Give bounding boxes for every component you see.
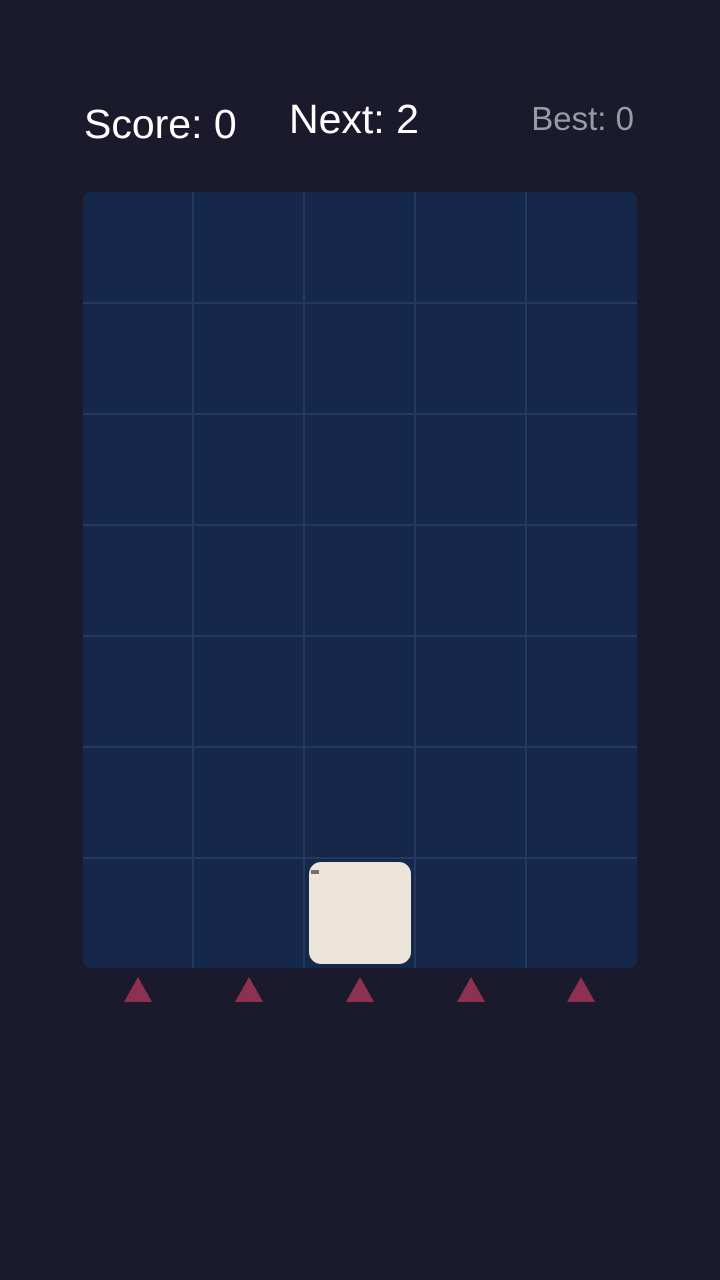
- score-label: Score: 0: [84, 101, 237, 147]
- grid-line: [83, 413, 637, 415]
- grid-line: [83, 857, 637, 859]
- grid-line: [192, 192, 194, 968]
- grid-line: [83, 524, 637, 526]
- grid-line: [303, 192, 305, 968]
- grid-line: [525, 192, 527, 968]
- drop-column-1-button[interactable]: [124, 977, 152, 1002]
- tile-mark: [311, 870, 319, 874]
- grid-line: [414, 192, 416, 968]
- grid-line: [83, 635, 637, 637]
- drop-column-4-button[interactable]: [457, 977, 485, 1002]
- next-tile-label: Next: 2: [289, 96, 419, 142]
- drop-column-5-button[interactable]: [567, 977, 595, 1002]
- number-tile: [309, 862, 411, 964]
- game-board: [83, 192, 637, 968]
- game-screen: Score: 0 Next: 2 Best: 0: [0, 0, 720, 1280]
- grid-line: [83, 302, 637, 304]
- grid-line: [83, 746, 637, 748]
- drop-column-3-button[interactable]: [346, 977, 374, 1002]
- best-score-label: Best: 0: [531, 100, 634, 137]
- drop-column-2-button[interactable]: [235, 977, 263, 1002]
